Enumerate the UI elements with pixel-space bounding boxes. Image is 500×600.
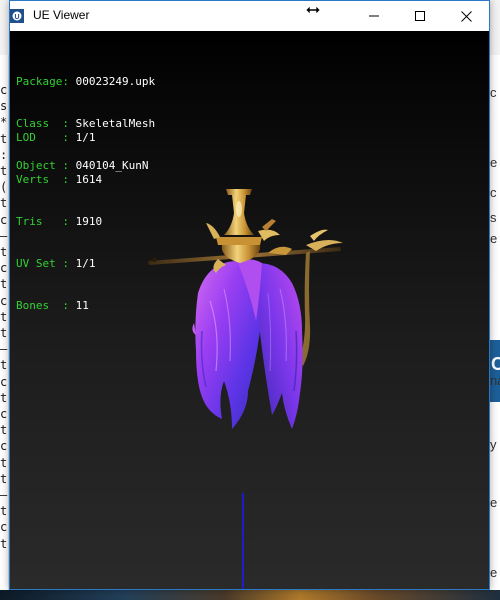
background-text-line: c xyxy=(0,439,8,454)
background-text-snippet: e xyxy=(490,231,498,246)
close-icon xyxy=(460,10,472,22)
background-text-line: s xyxy=(0,99,8,114)
background-text-line: t xyxy=(0,164,8,178)
background-text-snippet: e xyxy=(490,565,498,580)
background-text-line: t xyxy=(0,277,8,292)
desktop: cs*t:t(tc—tctctt—tctctctt—tct C cecsenay… xyxy=(0,0,500,600)
horizontal-resize-cursor-icon xyxy=(306,5,320,15)
background-text-snippet: c xyxy=(490,85,497,100)
skeletal-mesh-render xyxy=(148,189,343,589)
background-text-line: t xyxy=(0,358,8,373)
background-text-line: c xyxy=(0,293,8,308)
background-text-line: t xyxy=(0,131,8,146)
background-text-line: t xyxy=(0,196,8,211)
background-text-line: t xyxy=(0,471,8,486)
title-bar[interactable]: U UE Viewer xyxy=(10,1,489,31)
background-text-line: t xyxy=(0,326,8,340)
background-text-snippet: e xyxy=(490,155,498,170)
background-text-line: c xyxy=(0,520,8,535)
ue-viewer-app-icon: U xyxy=(10,9,24,23)
minimize-icon xyxy=(369,15,379,17)
background-text-line: t xyxy=(0,390,8,405)
background-text-line: ( xyxy=(0,180,8,195)
background-text-snippet: s xyxy=(490,210,497,225)
ue-viewer-window: U UE Viewer Package: 00023249.upk Class … xyxy=(9,0,490,590)
background-text-snippet: y xyxy=(490,437,497,452)
desktop-wallpaper-strip xyxy=(0,590,500,600)
background-window-right: C cecsenayee xyxy=(490,55,500,590)
background-text-line: t xyxy=(0,455,8,470)
background-text-line: — xyxy=(0,342,8,357)
close-button[interactable] xyxy=(443,1,489,31)
background-text-line: — xyxy=(0,228,8,243)
background-text-snippet: c xyxy=(490,185,497,200)
background-bar-text: C xyxy=(491,354,500,374)
background-text-line: c xyxy=(0,261,8,276)
window-title: UE Viewer xyxy=(33,8,90,22)
background-text-line: t xyxy=(0,536,8,551)
background-text-line: — xyxy=(0,488,8,502)
background-text-line: * xyxy=(0,115,8,130)
background-text-snippet: e xyxy=(490,495,498,510)
minimize-button[interactable] xyxy=(351,1,397,31)
background-text-window-left: c s * t: t(t c — t c t c t t — t c t c t c t t — t c t xyxy=(0,55,9,590)
background-text-line: c xyxy=(0,407,8,421)
hair-mesh xyxy=(192,259,303,429)
background-text-snippet: na xyxy=(490,373,500,388)
background-text-line: t xyxy=(0,423,8,438)
background-text-line: t xyxy=(0,309,8,324)
gold-ornament xyxy=(206,189,280,273)
background-text-line: t xyxy=(0,245,8,259)
background-text-line: c xyxy=(0,212,8,227)
background-text-line: : xyxy=(0,147,8,162)
background-text-line: c xyxy=(0,83,8,97)
3d-viewport[interactable]: Package: 00023249.upk Class : SkeletalMe… xyxy=(10,31,489,589)
background-text-line: c xyxy=(0,374,8,389)
svg-text:U: U xyxy=(14,14,19,21)
maximize-icon xyxy=(415,11,425,21)
background-blue-bar: C xyxy=(490,340,500,402)
maximize-button[interactable] xyxy=(397,1,443,31)
background-text-line: t xyxy=(0,504,8,519)
